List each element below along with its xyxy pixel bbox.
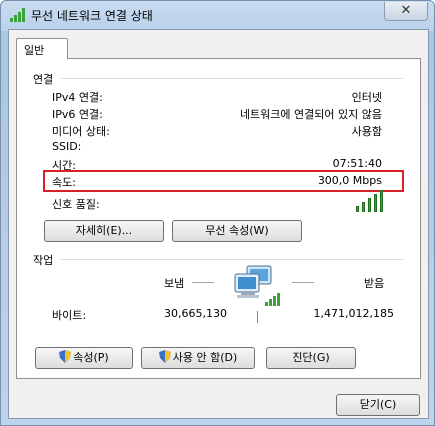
network-computers-icon <box>234 265 280 306</box>
ssid-label: SSID: <box>52 140 82 153</box>
dialog-window: 무선 네트워크 연결 상태 ✕ 일반 연결 IPv4 연결: 인터넷 IPv6 … <box>0 0 435 426</box>
close-button-label: 닫기(C) <box>359 398 397 411</box>
speed-value: 300,0 Mbps <box>317 174 382 187</box>
received-label: 받음 <box>364 277 385 290</box>
connection-divider <box>61 78 403 79</box>
signal-bar <box>380 190 383 212</box>
title-bar[interactable]: 무선 네트워크 연결 상태 ✕ <box>1 1 434 29</box>
bytes-label: 바이트: <box>52 309 87 322</box>
properties-button[interactable]: 속성(P) <box>35 347 133 369</box>
received-line <box>292 282 314 283</box>
uac-shield-icon <box>59 350 72 363</box>
signal-bar <box>368 198 371 212</box>
disable-button-label: 사용 안 함(D) <box>172 351 238 364</box>
tab-general-label: 일반 <box>24 44 45 57</box>
wireless-signal-icon <box>10 8 25 22</box>
signal-bar <box>374 194 377 212</box>
ipv6-value: 네트워크에 연결되어 있지 않음 <box>239 108 382 121</box>
sent-line <box>192 282 214 283</box>
connection-section-label: 연결 <box>33 73 54 86</box>
media-state-value: 사용함 <box>351 125 382 138</box>
close-icon: ✕ <box>400 3 412 18</box>
connector-line <box>257 311 258 323</box>
close-button[interactable]: 닫기(C) <box>336 394 420 416</box>
close-window-button[interactable]: ✕ <box>384 2 428 21</box>
media-state-label: 미디어 상태: <box>52 125 110 138</box>
activity-divider <box>61 259 403 260</box>
details-button[interactable]: 자세히(E)... <box>44 220 164 242</box>
details-button-label: 자세히(E)... <box>75 224 133 237</box>
signal-bar <box>362 202 365 212</box>
diagnose-button-label: 진단(G) <box>292 351 330 364</box>
dialog-client: 일반 연결 IPv4 연결: 인터넷 IPv6 연결: 네트워크에 연결되어 있… <box>8 29 429 419</box>
window-title: 무선 네트워크 연결 상태 <box>31 9 153 23</box>
signal-quality-label: 신호 품질: <box>52 198 100 211</box>
wireless-properties-button[interactable]: 무선 속성(W) <box>172 220 302 242</box>
activity-section-label: 작업 <box>33 254 54 267</box>
wireless-properties-label: 무선 속성(W) <box>205 224 269 237</box>
ipv6-label: IPv6 연결: <box>52 108 103 121</box>
tab-general[interactable]: 일반 <box>16 38 68 59</box>
speed-label: 속도: <box>52 176 76 189</box>
properties-button-label: 속성(P) <box>73 351 109 364</box>
duration-value: 07:51:40 <box>332 157 382 170</box>
diagnose-button[interactable]: 진단(G) <box>266 347 356 369</box>
disable-button[interactable]: 사용 안 함(D) <box>141 347 255 369</box>
signal-strength-icon <box>356 190 386 212</box>
bytes-sent-value: 30,665,130 <box>164 307 227 320</box>
ipv4-label: IPv4 연결: <box>52 91 103 104</box>
signal-bar <box>356 206 359 212</box>
sent-label: 보냄 <box>164 277 185 290</box>
bytes-received-value: 1,471,012,185 <box>313 307 394 320</box>
uac-shield-icon <box>158 350 171 363</box>
ipv4-value: 인터넷 <box>351 91 382 104</box>
